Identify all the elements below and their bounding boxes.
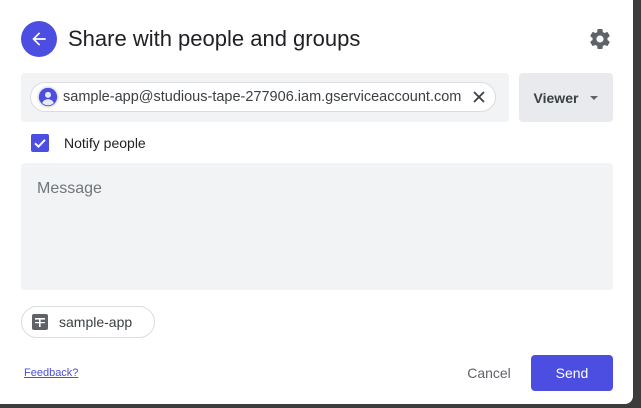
dialog-title: Share with people and groups [68,26,361,51]
close-icon [473,91,485,103]
sheets-file-icon [32,314,48,330]
recipient-chip[interactable]: sample-app@studious-tape-277906.iam.gser… [30,82,496,112]
message-input[interactable] [21,163,613,290]
role-selected-label: Viewer [533,89,579,106]
send-button[interactable]: Send [531,355,613,391]
back-button[interactable] [21,21,57,57]
caret-down-icon [590,95,599,100]
cancel-button[interactable]: Cancel [455,355,523,391]
backdrop [633,0,641,408]
notify-label: Notify people [64,135,146,151]
file-chip[interactable]: sample-app [21,306,155,338]
remove-recipient-button[interactable] [469,87,489,107]
notify-people-option[interactable]: Notify people [31,133,146,153]
feedback-link[interactable]: Feedback? [24,367,78,379]
backdrop-bottom [0,404,641,408]
notify-checkbox[interactable] [31,134,49,152]
person-avatar-icon [37,86,59,108]
role-dropdown[interactable]: Viewer [519,73,613,122]
share-dialog: Share with people and groups sample-app@… [0,0,633,404]
arrow-left-icon [32,32,46,46]
settings-button[interactable] [588,27,612,51]
recipient-email: sample-app@studious-tape-277906.iam.gser… [63,89,462,105]
recipients-field[interactable]: sample-app@studious-tape-277906.iam.gser… [21,73,509,122]
file-name: sample-app [59,314,133,330]
gear-icon [590,28,610,49]
checkmark-icon [34,139,46,149]
